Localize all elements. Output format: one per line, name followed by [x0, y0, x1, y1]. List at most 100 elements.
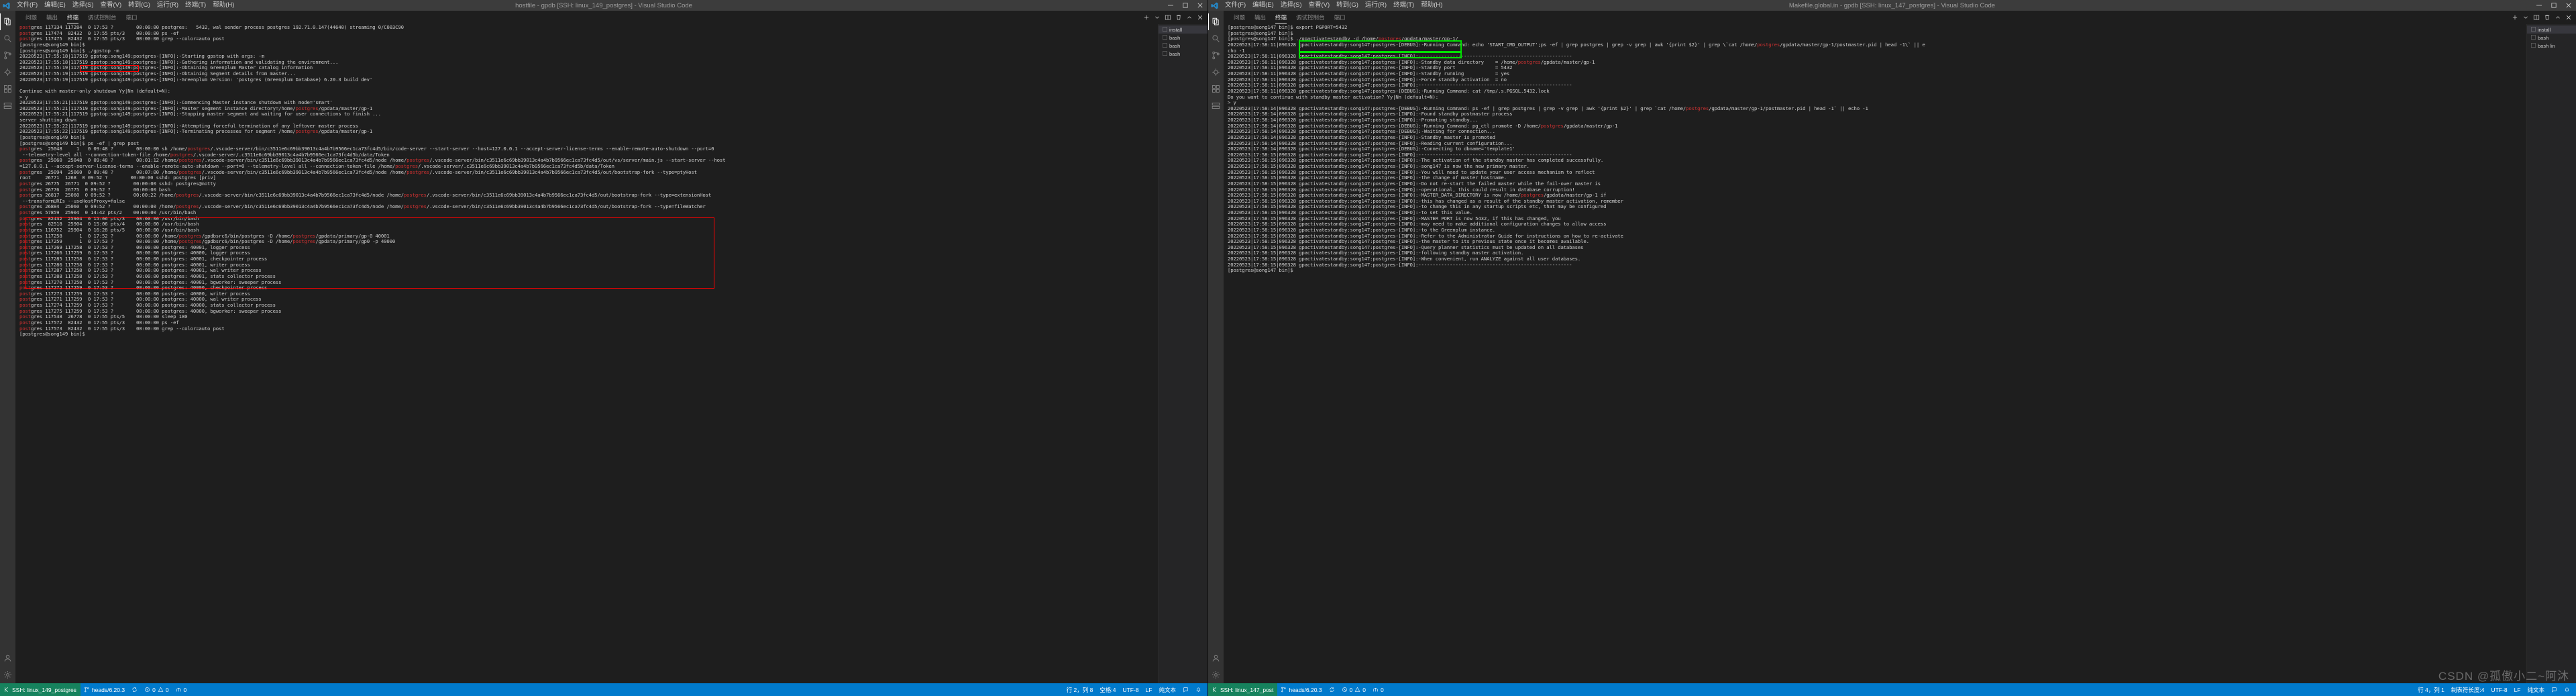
menu-run[interactable]: 运行(R) [1362, 0, 1390, 11]
activity-remote-icon[interactable] [1208, 97, 1224, 114]
terminal-scrollbar-right[interactable] [2520, 24, 2526, 683]
panel-tab-terminal[interactable]: 终端 [62, 11, 83, 24]
status-problems[interactable]: 0 0 [1338, 683, 1369, 696]
maximize-button[interactable] [2546, 0, 2561, 11]
menu-view[interactable]: 查看(V) [97, 0, 125, 11]
activity-remote-icon[interactable] [0, 97, 15, 114]
status-sync-icon[interactable] [1326, 683, 1338, 696]
status-language-mode[interactable]: 纯文本 [1155, 683, 1179, 696]
panel-tab-debug-console[interactable]: 调试控制台 [1291, 11, 1330, 24]
terminal-tab-bash-3[interactable]: ▢ bash [1159, 50, 1208, 58]
status-notifications-bell-icon[interactable] [1192, 683, 1205, 696]
activity-account-icon[interactable] [0, 650, 15, 666]
panel-actions-right[interactable] [2512, 14, 2576, 21]
status-tab-size[interactable]: 制表符长度:4 [2448, 683, 2488, 696]
maximize-panel-chevron-up-icon[interactable] [1186, 14, 1193, 21]
panel-tab-ports[interactable]: 端口 [121, 11, 142, 24]
menu-select[interactable]: 选择(S) [1277, 0, 1305, 11]
menu-terminal[interactable]: 终端(T) [1390, 0, 1417, 11]
activity-explorer-icon[interactable] [1208, 13, 1224, 30]
close-panel-icon[interactable] [2565, 14, 2572, 21]
window-controls-left[interactable] [1163, 0, 1208, 11]
split-terminal-icon[interactable] [2533, 14, 2540, 21]
status-notifications-bell-icon[interactable] [2561, 683, 2573, 696]
panel-tabs-left[interactable]: 问题 输出 终端 调试控制台 端口 [21, 11, 142, 24]
panel-tab-debug-console[interactable]: 调试控制台 [83, 11, 121, 24]
activitybar-left[interactable] [0, 11, 15, 683]
status-feedback-smiley-icon[interactable] [1179, 683, 1192, 696]
terminal-tab-install[interactable]: ▢ install [1159, 26, 1208, 34]
menu-select[interactable]: 选择(S) [69, 0, 97, 11]
panel-tab-output[interactable]: 输出 [42, 11, 62, 24]
close-button[interactable] [2561, 0, 2576, 11]
panel-tab-ports[interactable]: 端口 [1330, 11, 1350, 24]
activity-settings-gear-icon[interactable] [0, 666, 15, 683]
status-feedback-smiley-icon[interactable] [2548, 683, 2561, 696]
terminal-output-right[interactable]: [postgres@song147 bin]$ export PGPORT=54… [1224, 24, 2520, 683]
status-problems[interactable]: 0 0 [141, 683, 172, 696]
activity-settings-gear-icon[interactable] [1208, 666, 1224, 683]
status-git-branch[interactable]: heads/6.20.3 [1277, 683, 1325, 696]
panel-tabs-right[interactable]: 问题 输出 终端 调试控制台 端口 [1229, 11, 1350, 24]
menu-help[interactable]: 帮助(H) [209, 0, 237, 11]
terminal-tab-bash-2[interactable]: ▢ bash [1159, 42, 1208, 50]
menu-edit[interactable]: 编辑(E) [41, 0, 69, 11]
status-ports[interactable]: 0 [172, 683, 191, 696]
menu-file[interactable]: 文件(F) [13, 0, 41, 11]
menu-file[interactable]: 文件(F) [1222, 0, 1249, 11]
terminal-tablist-right[interactable]: ▢ install ▢ bash ▢ bash lin [2526, 24, 2576, 683]
activitybar-right[interactable] [1208, 11, 1224, 683]
close-panel-icon[interactable] [1197, 14, 1203, 21]
terminal-tab-bash-1[interactable]: ▢ bash [2527, 34, 2576, 42]
status-eol[interactable]: LF [2511, 683, 2524, 696]
status-remote-ssh[interactable]: SSH: linux_149_postgres [0, 683, 80, 696]
status-ports[interactable]: 0 [1369, 683, 1387, 696]
activity-debug-icon[interactable] [0, 64, 15, 81]
menu-goto[interactable]: 转到(G) [1333, 0, 1362, 11]
activity-extensions-icon[interactable] [1208, 81, 1224, 97]
maximize-panel-chevron-up-icon[interactable] [2555, 14, 2561, 21]
panel-actions-left[interactable] [1143, 14, 1208, 21]
menubar-left[interactable]: 文件(F) 编辑(E) 选择(S) 查看(V) 转到(G) 运行(R) 终端(T… [13, 0, 237, 11]
terminal-dropdown-chevron-down-icon[interactable] [1154, 14, 1161, 21]
status-sync-icon[interactable] [128, 683, 141, 696]
terminal-scrollbar-left[interactable] [1151, 24, 1158, 683]
menubar-right[interactable]: 文件(F) 编辑(E) 选择(S) 查看(V) 转到(G) 运行(R) 终端(T… [1222, 0, 1446, 11]
activity-explorer-icon[interactable] [0, 13, 15, 30]
panel-tab-problems[interactable]: 问题 [21, 11, 42, 24]
status-encoding[interactable]: UTF-8 [1119, 683, 1142, 696]
terminal-tab-bash-lin[interactable]: ▢ bash lin [2527, 42, 2576, 50]
menu-edit[interactable]: 编辑(E) [1249, 0, 1277, 11]
terminal-tab-install[interactable]: ▢ install [2527, 26, 2576, 34]
status-git-branch[interactable]: heads/6.20.3 [80, 683, 128, 696]
status-encoding[interactable]: UTF-8 [2487, 683, 2510, 696]
panel-tab-problems[interactable]: 问题 [1229, 11, 1250, 24]
activity-extensions-icon[interactable] [0, 81, 15, 97]
activity-search-icon[interactable] [0, 30, 15, 47]
activity-debug-icon[interactable] [1208, 64, 1224, 81]
terminal-output-left[interactable]: postgres 117334 117284 0 17:53 ? 00:00:0… [15, 24, 1151, 683]
status-eol[interactable]: LF [1142, 683, 1156, 696]
menu-help[interactable]: 帮助(H) [1417, 0, 1446, 11]
split-terminal-icon[interactable] [1165, 14, 1171, 21]
panel-tab-terminal[interactable]: 终端 [1271, 11, 1291, 24]
status-remote-ssh[interactable]: SSH: linux_147_post [1208, 683, 1278, 696]
menu-terminal[interactable]: 终端(T) [182, 0, 209, 11]
maximize-button[interactable] [1178, 0, 1193, 11]
kill-terminal-trash-icon[interactable] [2544, 14, 2551, 21]
new-terminal-plus-icon[interactable] [1143, 14, 1150, 21]
status-indentation[interactable]: 空格:4 [1096, 683, 1119, 696]
new-terminal-plus-icon[interactable] [2512, 14, 2518, 21]
activity-search-icon[interactable] [1208, 30, 1224, 47]
status-language-mode[interactable]: 纯文本 [2524, 683, 2548, 696]
terminal-tab-bash-1[interactable]: ▢ bash [1159, 34, 1208, 42]
status-cursor-position[interactable]: 行 4，列 1 [2414, 683, 2448, 696]
menu-goto[interactable]: 转到(G) [125, 0, 154, 11]
activity-source-control-icon[interactable] [1208, 47, 1224, 64]
terminal-tablist-left[interactable]: ▢ install ▢ bash ▢ bash ▢ bash [1158, 24, 1208, 683]
menu-run[interactable]: 运行(R) [154, 0, 182, 11]
kill-terminal-trash-icon[interactable] [1175, 14, 1182, 21]
panel-tab-output[interactable]: 输出 [1250, 11, 1271, 24]
minimize-button[interactable] [1163, 0, 1178, 11]
minimize-button[interactable] [2532, 0, 2546, 11]
